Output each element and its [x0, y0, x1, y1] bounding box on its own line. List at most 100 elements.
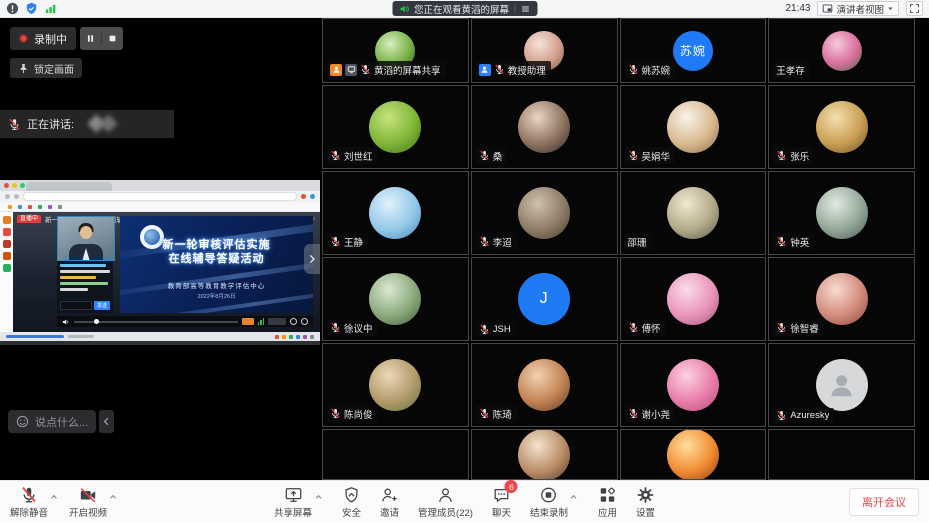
participant-tile[interactable]: JJSH	[471, 257, 618, 341]
screen-share-icon	[345, 64, 357, 76]
participant-tile[interactable]: 苏婉姚苏婉	[620, 18, 767, 83]
participant-name: 钟英	[790, 235, 809, 249]
participant-name-chip: 李迢	[476, 233, 517, 250]
browser-sidebar-apps	[0, 212, 13, 332]
quick-chat-input[interactable]: 说点什么...	[8, 410, 96, 433]
participant-tile[interactable]: 谢小尧	[620, 343, 767, 427]
members-button[interactable]: 管理成员(22)	[418, 485, 473, 519]
invite-button[interactable]: 邀请	[380, 485, 399, 519]
shared-screen-preview[interactable]: 直播中 新一轮审核评估实施在线辅导答疑活动 发送	[0, 180, 320, 345]
mic-options-chevron[interactable]	[49, 492, 59, 502]
stream-send-button: 发送	[94, 301, 110, 310]
participant-name-chip: 王孝存	[773, 61, 810, 78]
settings-button[interactable]: 设置	[636, 485, 655, 519]
chevron-left-icon	[102, 416, 111, 427]
info-icon[interactable]	[6, 2, 19, 15]
participant-tile[interactable]: 张乐	[768, 85, 915, 169]
apps-button[interactable]: 应用	[598, 485, 617, 519]
emoji-icon[interactable]	[16, 415, 29, 428]
next-page-chevron[interactable]	[304, 244, 320, 274]
participant-name-chip: 张乐	[773, 147, 814, 164]
unread-count-badge: 6	[505, 480, 518, 493]
video-player-controls	[57, 316, 313, 327]
stop-record-button[interactable]: 结束录制	[530, 485, 579, 519]
participant-tile[interactable]	[768, 429, 915, 480]
participant-tile[interactable]: 黄滔的屏幕共享	[322, 18, 469, 83]
mic-muted-icon	[628, 150, 639, 161]
chevron-right-icon	[308, 253, 316, 265]
mic-muted-icon	[479, 150, 490, 161]
participant-avatar	[518, 359, 570, 411]
participant-name: 刘世红	[344, 149, 373, 163]
host-badge-icon	[330, 64, 342, 76]
participant-tile[interactable]: 傅怀	[620, 257, 767, 341]
mic-muted-icon	[479, 408, 490, 419]
now-speaking-bar: 正在讲话:	[0, 110, 174, 138]
security-button[interactable]: 安全	[342, 485, 361, 519]
view-mode-label: 演讲者视图	[836, 2, 884, 16]
participant-tile[interactable]: 邵珊	[620, 171, 767, 255]
participant-name: 徐议中	[344, 321, 373, 335]
video-options-chevron[interactable]	[108, 492, 118, 502]
mic-muted-icon	[628, 64, 639, 75]
participant-name-chip: 陈尚俊	[327, 405, 378, 422]
mic-muted-icon	[330, 408, 341, 419]
chevron-up-icon[interactable]	[313, 492, 323, 502]
browser-tab-bar	[0, 180, 320, 191]
toolbar-item-label: 管理成员(22)	[418, 505, 473, 519]
screen-watch-banner[interactable]: 您正在观看黄滔的屏幕	[392, 1, 537, 16]
network-signal-icon[interactable]	[44, 2, 57, 15]
shield-icon[interactable]	[25, 2, 38, 15]
share-screen-button[interactable]: 共享屏幕	[274, 485, 323, 519]
start-video-button[interactable]: 开启视频	[69, 485, 118, 519]
chevron-up-icon[interactable]	[569, 492, 579, 502]
participant-name: 傅怀	[642, 321, 661, 335]
participant-tile[interactable]: 桑	[471, 85, 618, 169]
speaker-icon	[399, 4, 409, 14]
chat-collapse-button[interactable]	[99, 410, 114, 433]
participant-tile[interactable]: 刘世红	[322, 85, 469, 169]
unmute-button[interactable]: 解除静音	[10, 485, 59, 519]
participant-name-chip: 黄滔的屏幕共享	[327, 61, 446, 78]
participant-tile[interactable]: 钟英	[768, 171, 915, 255]
participant-avatar	[518, 101, 570, 153]
participant-avatar	[816, 187, 868, 239]
mic-muted-icon	[360, 64, 371, 75]
lock-view-pill[interactable]: 锁定画面	[10, 58, 82, 78]
mic-muted-icon	[628, 322, 639, 333]
participant-avatar	[369, 273, 421, 325]
participant-tile[interactable]: 徐议中	[322, 257, 469, 341]
participant-avatar	[369, 101, 421, 153]
participant-tile[interactable]: 陈尚俊	[322, 343, 469, 427]
members-icon	[436, 485, 455, 504]
participant-tile[interactable]: Azuresky	[768, 343, 915, 427]
participant-tile[interactable]: 徐智睿	[768, 257, 915, 341]
participant-tile[interactable]	[471, 429, 618, 480]
participant-tile[interactable]	[322, 429, 469, 480]
chat-button[interactable]: 6聊天	[492, 485, 511, 519]
participant-name: 陈尚俊	[344, 407, 373, 421]
participant-tile[interactable]: 陈琦	[471, 343, 618, 427]
participant-tile[interactable]: 吴娟华	[620, 85, 767, 169]
participant-name: 李迢	[493, 235, 512, 249]
participant-tile[interactable]: 李迢	[471, 171, 618, 255]
pause-recording-button[interactable]	[80, 27, 101, 50]
caret-down-icon	[887, 5, 894, 12]
browser-bookmarks-bar	[0, 202, 320, 212]
mic-muted-icon	[776, 150, 787, 161]
apps-grid-icon	[598, 485, 617, 504]
leave-meeting-button[interactable]: 离开会议	[849, 488, 919, 516]
toolbar-item-label: 共享屏幕	[274, 505, 312, 519]
participant-tile[interactable]: 王静	[322, 171, 469, 255]
participant-tile[interactable]: 教授助理	[471, 18, 618, 83]
participant-tile[interactable]	[620, 429, 767, 480]
view-mode-switcher[interactable]: 演讲者视图	[817, 1, 899, 16]
participant-tile[interactable]: 王孝存	[768, 18, 915, 83]
live-badge: 直播中	[17, 215, 41, 223]
stop-recording-button[interactable]	[102, 27, 123, 50]
fullscreen-button[interactable]	[906, 1, 923, 16]
participant-avatar: J	[518, 273, 570, 325]
mic-muted-icon	[479, 236, 490, 247]
banner-menu-icon[interactable]	[520, 4, 530, 14]
participant-name: 姚苏婉	[642, 63, 671, 77]
